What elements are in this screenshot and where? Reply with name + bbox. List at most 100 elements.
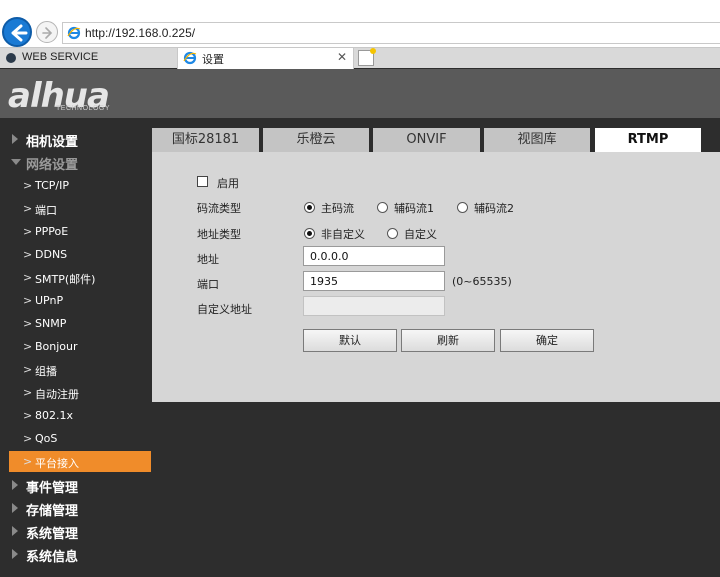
sidebar-subitem-label: 组播 — [35, 365, 57, 378]
sidebar-subitem-smtp[interactable]: > SMTP(邮件) — [9, 267, 151, 288]
sidebar-item-label: 网络设置 — [26, 158, 79, 173]
sidebar-subitem-label: TCP/IP — [35, 179, 69, 192]
address-custom-radio[interactable] — [387, 228, 398, 239]
address-custom-label: 自定义 — [404, 228, 437, 241]
address-default-radio[interactable] — [304, 228, 315, 239]
expand-arrow-icon — [12, 480, 18, 490]
chevron-right-icon: > — [23, 432, 33, 445]
close-tab-icon[interactable]: ✕ — [337, 50, 347, 64]
browser-tab-label: 设置 — [202, 53, 224, 66]
url-field[interactable]: http://192.168.0.225/ — [62, 22, 720, 44]
address-default-label: 非自定义 — [321, 228, 365, 241]
sidebar-subitem-upnp[interactable]: > UPnP — [9, 290, 151, 311]
address-field[interactable]: 0.0.0.0 — [303, 246, 445, 266]
enable-label: 启用 — [217, 177, 239, 190]
sidebar-item-network-settings[interactable]: 网络设置 — [0, 151, 152, 173]
sidebar-item-label: 事件管理 — [26, 481, 79, 496]
app-header: alhua TECHNOLOGY — [0, 69, 720, 118]
sidebar-subitem-label: 自动注册 — [35, 388, 79, 401]
chevron-right-icon: > — [23, 202, 33, 215]
sidebar-item-label: 相机设置 — [26, 135, 79, 150]
sidebar-subitem-label: 平台接入 — [35, 457, 79, 470]
sidebar-subitem-label: DDNS — [35, 248, 68, 261]
sidebar-subitem-multicast[interactable]: > 组播 — [9, 359, 151, 380]
tab-gb28181[interactable]: 国标28181 — [152, 128, 259, 152]
sidebar-subitem-label: SNMP — [35, 317, 67, 330]
platform-tabs: 国标28181 乐橙云 ONVIF 视图库 RTMP — [152, 128, 720, 152]
chevron-right-icon: > — [23, 248, 33, 261]
browser-tab-web-service[interactable]: WEB SERVICE — [0, 48, 176, 68]
chevron-right-icon: > — [23, 340, 33, 353]
browser-tab-bar: WEB SERVICE 设置 ✕ — [0, 47, 720, 69]
chevron-right-icon: > — [23, 409, 33, 422]
forward-button[interactable] — [36, 21, 58, 43]
sidebar-item-camera-settings[interactable]: 相机设置 — [0, 128, 152, 150]
sidebar-item-storage-management[interactable]: 存储管理 — [0, 497, 152, 519]
sidebar-item-label: 系统管理 — [26, 527, 79, 542]
browser-tab-settings[interactable]: 设置 ✕ — [177, 48, 354, 69]
stream-main-label: 主码流 — [321, 202, 354, 215]
sidebar-subitem-label: UPnP — [35, 294, 64, 307]
custom-address-label: 自定义地址 — [197, 303, 252, 316]
sidebar-item-label: 系统信息 — [26, 550, 79, 565]
custom-address-field[interactable] — [303, 296, 445, 316]
brand-logo-subtitle: TECHNOLOGY — [56, 105, 111, 112]
back-button[interactable] — [2, 17, 32, 47]
stream-main-radio[interactable] — [304, 202, 315, 213]
tab-lechange[interactable]: 乐橙云 — [263, 128, 369, 152]
confirm-button[interactable]: 确定 — [500, 329, 594, 352]
sidebar-subitem-pppoe[interactable]: > PPPoE — [9, 221, 151, 242]
stream-sub2-radio[interactable] — [457, 202, 468, 213]
browser-tab-label: WEB SERVICE — [22, 51, 99, 63]
sidebar-subitem-bonjour[interactable]: > Bonjour — [9, 336, 151, 357]
ie-icon — [183, 51, 197, 65]
sidebar-subitem-label: QoS — [35, 432, 58, 445]
browser-address-bar: http://192.168.0.225/ — [0, 0, 720, 47]
expand-arrow-icon — [12, 134, 18, 144]
sidebar-item-label: 存储管理 — [26, 504, 79, 519]
sidebar: 相机设置 网络设置 > TCP/IP > 端口 > PPPoE > DDNS >… — [0, 118, 152, 577]
port-field[interactable]: 1935 — [303, 271, 445, 291]
refresh-button[interactable]: 刷新 — [401, 329, 495, 352]
stream-sub2-label: 辅码流2 — [474, 202, 514, 215]
expand-arrow-icon — [12, 549, 18, 559]
new-tab-button[interactable] — [358, 48, 376, 66]
address-label: 地址 — [197, 253, 219, 266]
chevron-right-icon: > — [23, 179, 33, 192]
default-button[interactable]: 默认 — [303, 329, 397, 352]
forward-arrow-icon — [42, 27, 53, 39]
tab-view-library[interactable]: 视图库 — [484, 128, 590, 152]
sidebar-subitem-tcpip[interactable]: > TCP/IP — [9, 175, 151, 196]
chevron-right-icon: > — [23, 294, 33, 307]
port-range-hint: (0~65535) — [452, 275, 512, 288]
rtmp-settings-panel: 启用 码流类型 主码流 辅码流1 辅码流2 地址类型 非自定义 自定义 地址 0… — [152, 152, 720, 402]
stream-type-label: 码流类型 — [197, 202, 241, 215]
sidebar-item-system-management[interactable]: 系统管理 — [0, 520, 152, 542]
sidebar-item-system-info[interactable]: 系统信息 — [0, 543, 152, 565]
url-text: http://192.168.0.225/ — [85, 26, 196, 40]
enable-checkbox[interactable] — [197, 176, 208, 187]
site-favicon-icon — [6, 53, 16, 63]
sidebar-subitem-ddns[interactable]: > DDNS — [9, 244, 151, 265]
sidebar-subitem-label: PPPoE — [35, 225, 69, 238]
stream-sub1-radio[interactable] — [377, 202, 388, 213]
sidebar-subitem-snmp[interactable]: > SNMP — [9, 313, 151, 334]
sidebar-item-event-management[interactable]: 事件管理 — [0, 474, 152, 496]
stream-sub1-label: 辅码流1 — [394, 202, 434, 215]
chevron-right-icon: > — [23, 386, 33, 399]
chevron-right-icon: > — [23, 455, 33, 468]
chevron-right-icon: > — [23, 363, 33, 376]
ie-icon — [67, 26, 81, 40]
tab-onvif[interactable]: ONVIF — [373, 128, 480, 152]
expand-arrow-icon — [12, 526, 18, 536]
sidebar-subitem-port[interactable]: > 端口 — [9, 198, 151, 219]
chevron-right-icon: > — [23, 271, 33, 284]
sidebar-subitem-8021x[interactable]: > 802.1x — [9, 405, 151, 426]
tab-rtmp[interactable]: RTMP — [595, 128, 701, 152]
sidebar-subitem-platform-access[interactable]: > 平台接入 — [9, 451, 151, 472]
sidebar-subitem-qos[interactable]: > QoS — [9, 428, 151, 449]
sidebar-subitem-auto-register[interactable]: > 自动注册 — [9, 382, 151, 403]
collapse-arrow-icon — [11, 159, 21, 165]
chevron-right-icon: > — [23, 317, 33, 330]
sidebar-subitem-label: 802.1x — [35, 409, 74, 422]
